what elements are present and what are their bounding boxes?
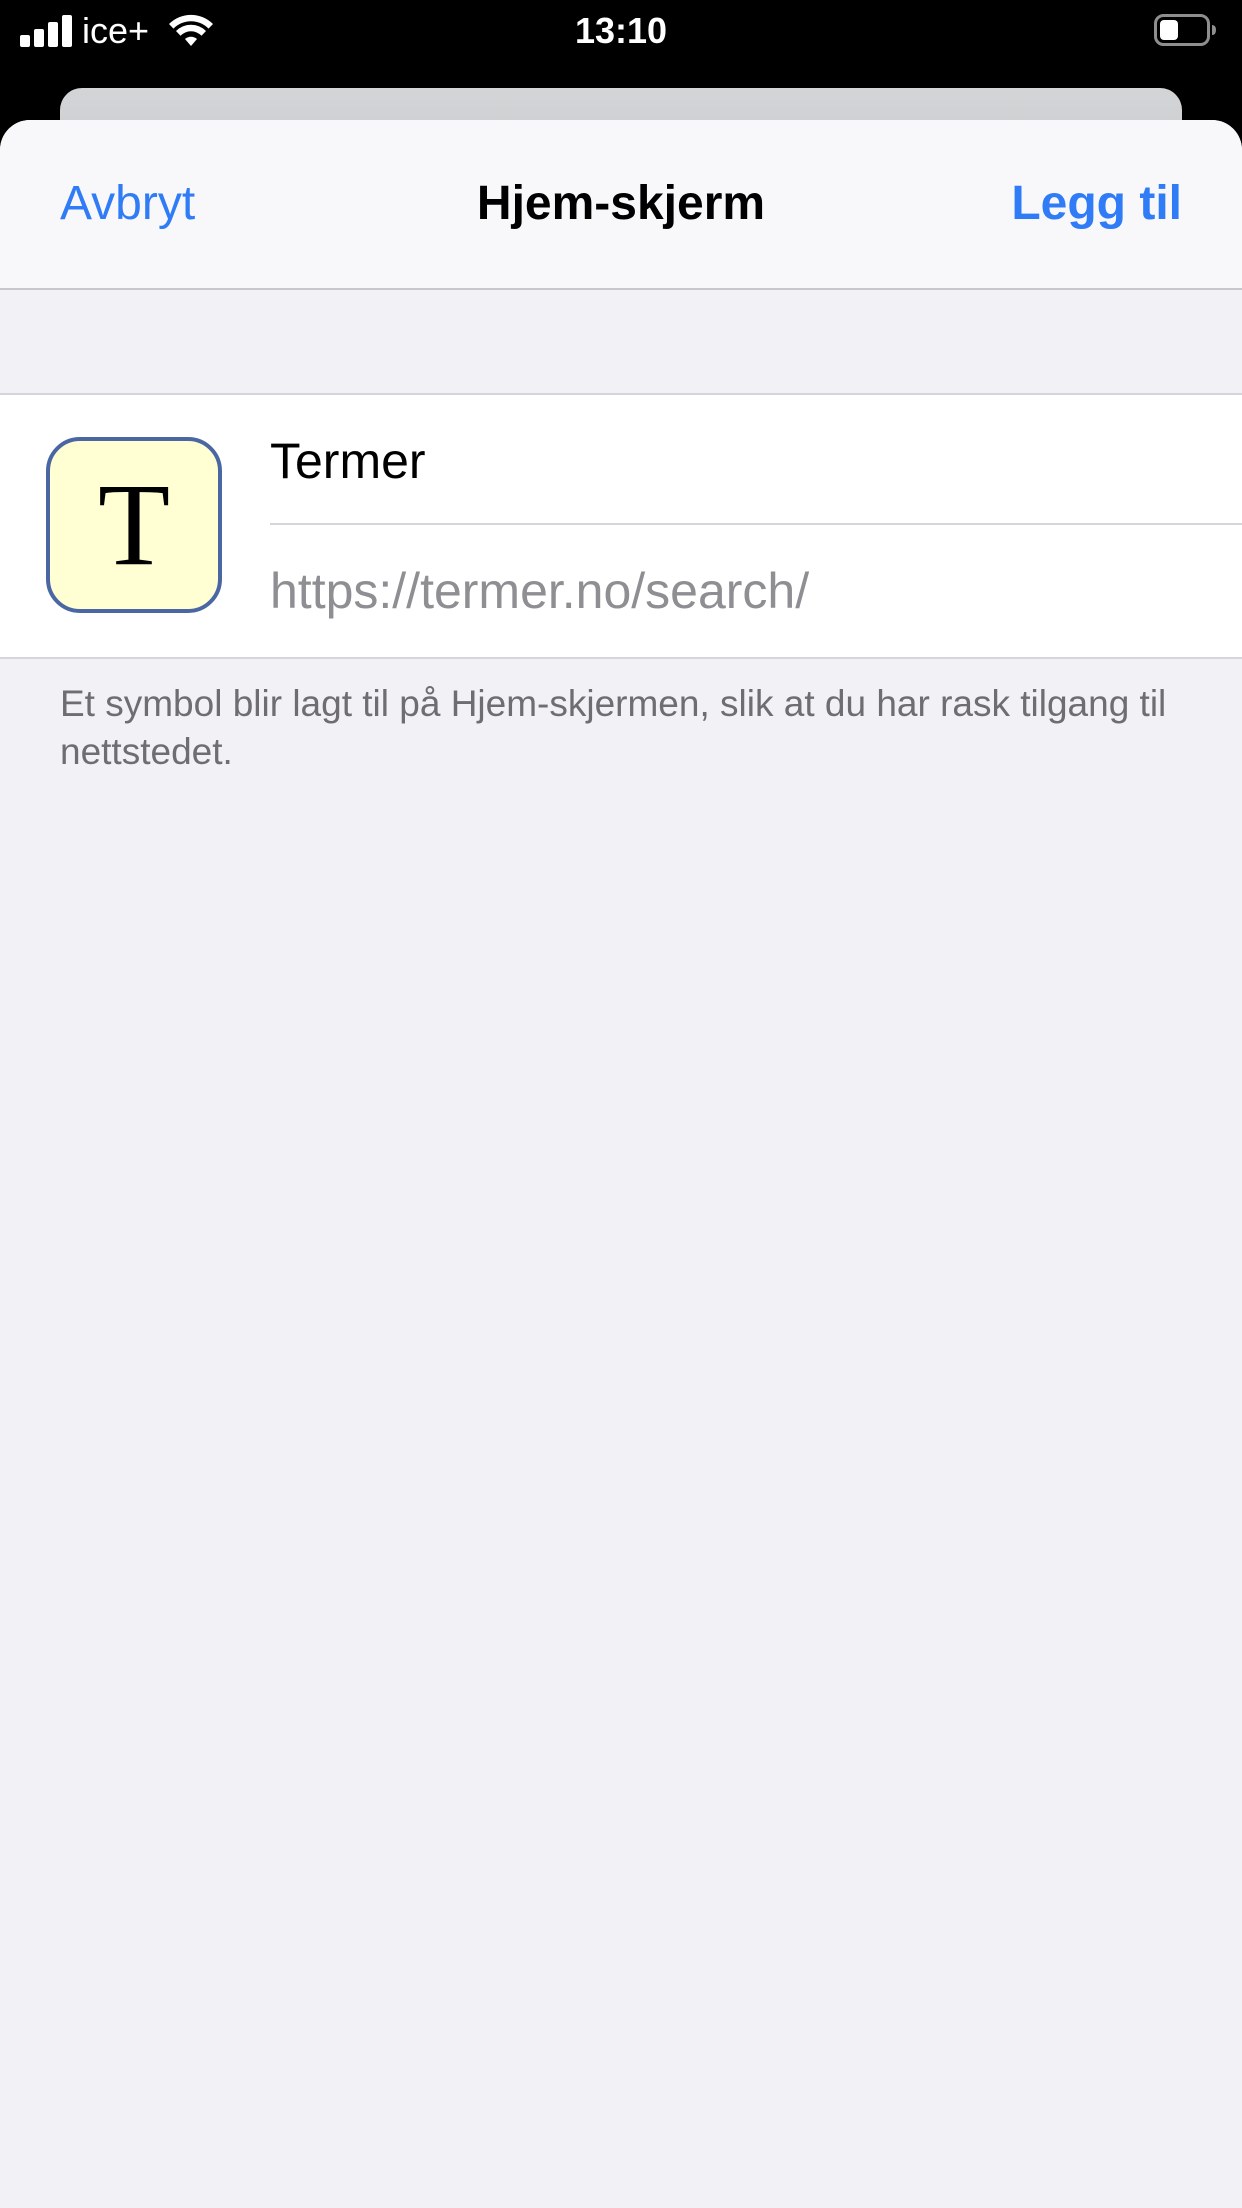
url-field-value: https://termer.no/search/ [270, 563, 810, 619]
web-clip-icon-letter: T [97, 459, 171, 590]
add-to-home-screen-sheet: Avbryt Hjem-skjerm Legg til T Termer htt… [0, 120, 1242, 2208]
status-time: 13:10 [574, 10, 668, 51]
footer-note: Et symbol blir lagt til på Hjem-skjermen… [60, 683, 1167, 772]
navigation-bar: Avbryt Hjem-skjerm Legg til [0, 120, 1242, 290]
bookmark-form: T Termer https://termer.no/search/ [0, 393, 1242, 659]
name-field[interactable]: Termer [270, 395, 1242, 525]
add-button[interactable]: Legg til [1011, 174, 1182, 234]
name-field-value[interactable]: Termer [270, 431, 426, 491]
battery-icon [1154, 14, 1216, 46]
url-field: https://termer.no/search/ [270, 525, 1242, 657]
web-clip-icon: T [46, 437, 222, 613]
status-bar: ice+ 13:10 [0, 0, 1242, 62]
